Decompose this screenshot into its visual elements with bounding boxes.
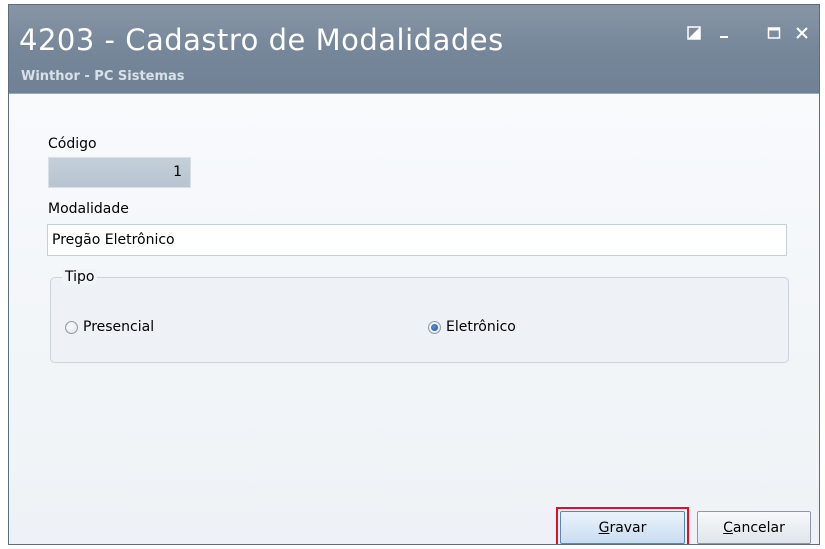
gravar-button[interactable]: Gravar <box>560 511 685 544</box>
modalidade-label: Modalidade <box>48 201 129 217</box>
radio-unchecked-icon <box>65 320 78 334</box>
radio-eletronico-label: Eletrônico <box>446 319 516 335</box>
radio-presencial[interactable]: Presencial <box>65 319 154 335</box>
window-title: 4203 - Cadastro de Modalidades <box>19 23 504 57</box>
tipo-groupbox: Tipo Presencial Eletrônico <box>50 269 789 363</box>
window-subtitle: Winthor - PC Sistemas <box>21 69 185 84</box>
gravar-mnemonic: G <box>598 519 610 536</box>
radio-presencial-label: Presencial <box>83 319 155 335</box>
codigo-field: 1 <box>48 157 191 188</box>
radio-checked-icon <box>428 320 441 334</box>
cancelar-mnemonic: C <box>723 519 733 536</box>
tipo-group-label: Tipo <box>62 269 98 285</box>
restore-icon[interactable] <box>681 21 707 45</box>
cancelar-button[interactable]: Cancelar <box>697 511 811 544</box>
gravar-highlight-box: Gravar <box>556 507 689 544</box>
app-window: 4203 - Cadastro de Modalidades Winthor -… <box>8 4 820 545</box>
cancelar-label: ancelar <box>732 519 785 536</box>
form-area: Código 1 Modalidade Tipo Presencial Elet… <box>9 93 819 544</box>
radio-eletronico[interactable]: Eletrônico <box>428 319 516 335</box>
gravar-label: ravar <box>609 519 647 536</box>
title-bar[interactable]: 4203 - Cadastro de Modalidades Winthor -… <box>9 5 819 93</box>
close-icon[interactable] <box>789 21 815 45</box>
maximize-icon[interactable] <box>761 21 787 45</box>
codigo-label: Código <box>48 136 97 152</box>
modalidade-input[interactable] <box>47 224 787 256</box>
minimize-icon[interactable] <box>711 21 737 45</box>
